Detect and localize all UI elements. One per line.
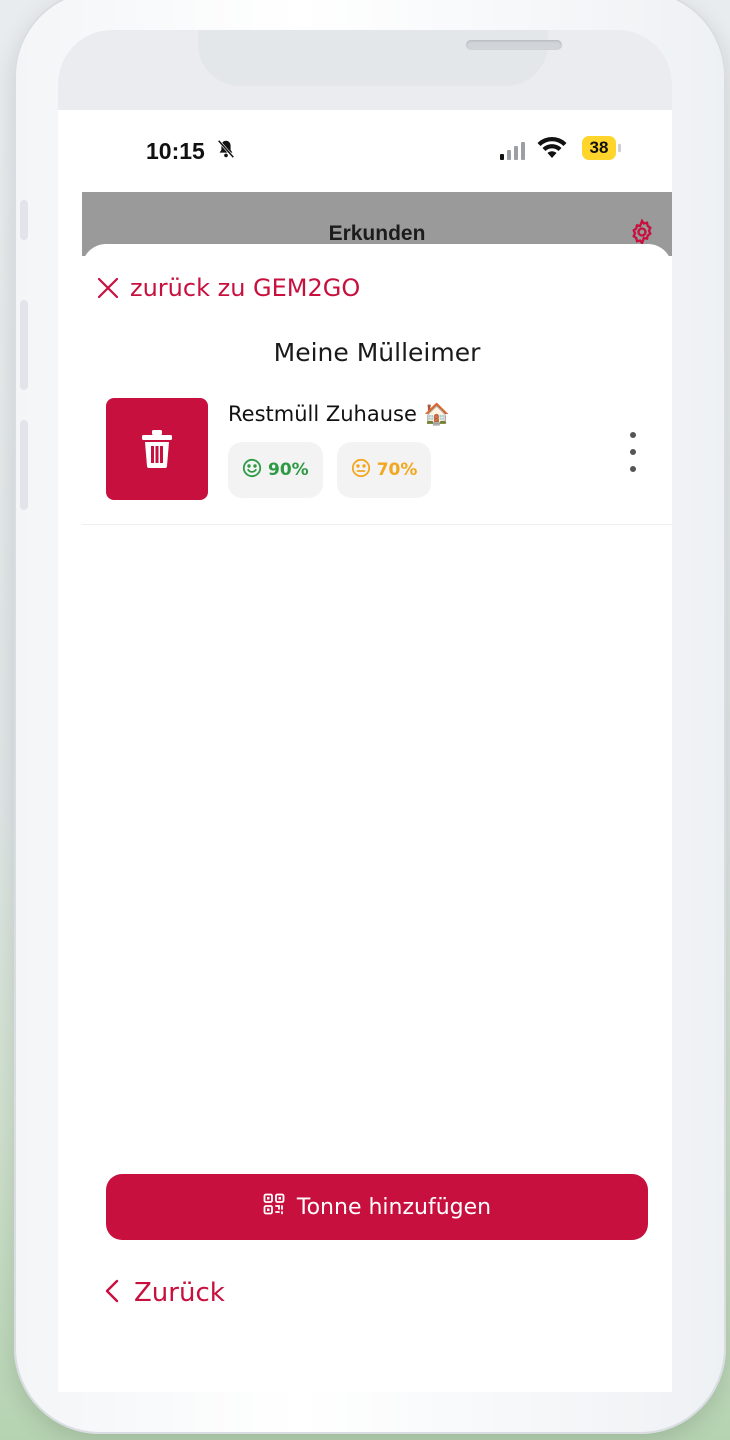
phone-screen: 10:15 38 Erkunden zurück zu GEM2GO Meine [58,30,672,1392]
back-link-label: Zurück [134,1278,225,1308]
notch-area [58,30,672,110]
close-icon [96,276,120,300]
close-link-label: zurück zu GEM2GO [130,274,361,302]
status-bar: 10:15 38 [58,110,672,190]
add-bin-button[interactable]: Tonne hinzufügen [106,1174,648,1240]
bin-list-item[interactable]: Restmüll Zuhause 🏠 90% 70% [82,398,672,525]
section-title: Meine Mülleimer [273,338,481,367]
battery-icon: 38 [582,136,616,160]
badge-value: 70% [376,460,418,480]
fill-level-badges: 90% 70% [228,442,432,498]
smile-icon [242,458,262,483]
notch [198,30,562,86]
wifi-icon [536,134,568,164]
bin-name: Restmüll Zuhause 🏠 [228,402,450,427]
add-bin-button-label: Tonne hinzufügen [296,1194,492,1220]
status-time: 10:15 [146,138,205,164]
status-badge-happy: 90% [228,442,323,498]
qr-code-icon [263,1193,285,1221]
trash-icon [106,398,208,500]
bin-name-text: Restmüll Zuhause [228,402,417,426]
badge-value: 90% [268,460,309,480]
status-badge-neutral: 70% [336,442,432,498]
neutral-face-icon [351,458,371,483]
bell-slash-icon [215,138,237,165]
volume-up-button [20,300,28,390]
bins-sheet: zurück zu GEM2GO Meine Mülleimer Restmül… [82,244,672,1392]
more-vertical-icon[interactable] [626,432,640,472]
speaker-grille [466,40,562,50]
signal-icon [500,140,530,160]
chevron-left-icon [104,1278,120,1308]
battery-tip [618,144,621,152]
app-bar-title: Erkunden [328,222,426,245]
house-emoji: 🏠 [423,402,450,426]
back-link[interactable]: Zurück [104,1278,225,1308]
mute-switch [20,200,28,240]
volume-down-button [20,420,28,510]
close-link[interactable]: zurück zu GEM2GO [96,274,360,302]
